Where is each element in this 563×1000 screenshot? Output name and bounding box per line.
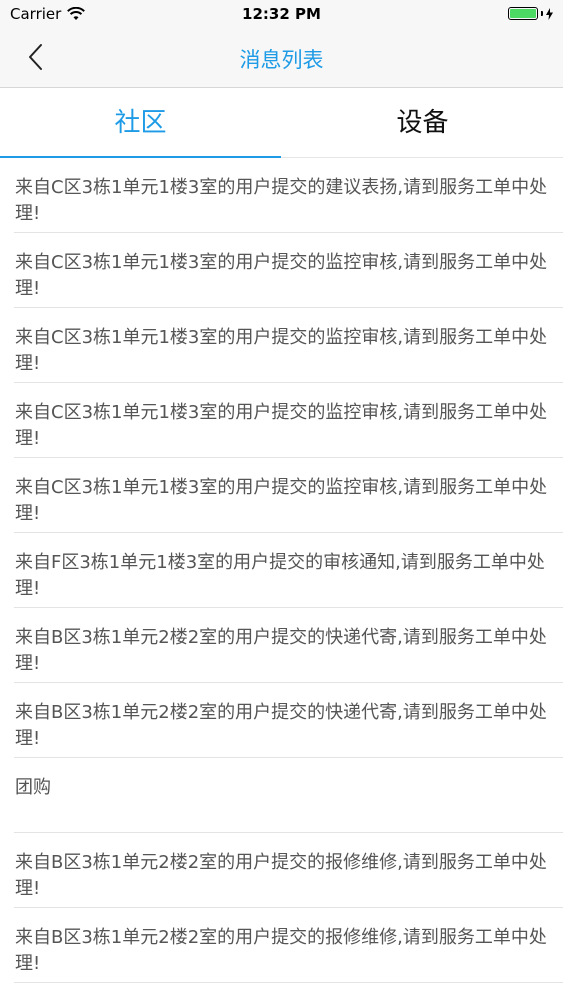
list-item[interactable]: 来自B区3栋1单元2楼2室的用户提交的报修维修,请到服务工单中处理! xyxy=(0,833,563,908)
page-title: 消息列表 xyxy=(239,48,324,72)
message-text: 来自F区3栋1单元1楼3室的用户提交的审核通知,请到服务工单中处理! xyxy=(15,552,545,599)
list-item[interactable]: 来自C区3栋1单元1楼3室的用户提交的监控审核,请到服务工单中处理! xyxy=(0,233,563,308)
list-item[interactable]: 来自B区3栋1单元2楼2室的用户提交的快递代寄,请到服务工单中处理! xyxy=(0,608,563,683)
message-text: 来自B区3栋1单元2楼2室的用户提交的报修维修,请到服务工单中处理! xyxy=(15,927,547,974)
navigation-bar: 消息列表 xyxy=(0,30,563,88)
message-text: 团购 xyxy=(15,777,51,798)
battery-icon xyxy=(508,7,538,20)
message-text: 来自B区3栋1单元2楼2室的用户提交的快递代寄,请到服务工单中处理! xyxy=(15,702,547,749)
tab-community[interactable]: 社区 xyxy=(0,88,281,158)
message-text: 来自B区3栋1单元2楼2室的用户提交的报修维修,请到服务工单中处理! xyxy=(15,852,547,899)
status-bar: Carrier 12:32 PM xyxy=(0,0,563,30)
list-item[interactable]: 来自B区3栋1单元2楼2室的用户提交的报修维修,请到服务工单中处理! xyxy=(0,908,563,983)
list-item[interactable]: 来自C区3栋1单元1楼3室的用户提交的监控审核,请到服务工单中处理! xyxy=(0,308,563,383)
status-time: 12:32 PM xyxy=(242,5,321,23)
message-list: 来自C区3栋1单元1楼3室的用户提交的建议表扬,请到服务工单中处理! 来自C区3… xyxy=(0,158,563,983)
tab-device[interactable]: 设备 xyxy=(282,88,563,158)
battery-tip xyxy=(541,11,543,16)
message-text: 来自C区3栋1单元1楼3室的用户提交的监控审核,请到服务工单中处理! xyxy=(15,477,548,524)
message-text: 来自C区3栋1单元1楼3室的用户提交的监控审核,请到服务工单中处理! xyxy=(15,252,548,299)
message-text: 来自C区3栋1单元1楼3室的用户提交的监控审核,请到服务工单中处理! xyxy=(15,327,548,374)
battery-fill xyxy=(510,9,536,18)
list-item[interactable]: 来自F区3栋1单元1楼3室的用户提交的审核通知,请到服务工单中处理! xyxy=(0,533,563,608)
list-item[interactable]: 来自C区3栋1单元1楼3室的用户提交的建议表扬,请到服务工单中处理! xyxy=(0,158,563,233)
battery-indicator xyxy=(508,7,553,20)
list-item[interactable]: 来自C区3栋1单元1楼3室的用户提交的监控审核,请到服务工单中处理! xyxy=(0,383,563,458)
message-text: 来自C区3栋1单元1楼3室的用户提交的监控审核,请到服务工单中处理! xyxy=(15,402,548,449)
message-text: 来自B区3栋1单元2楼2室的用户提交的快递代寄,请到服务工单中处理! xyxy=(15,627,547,674)
segment-tabs: 社区 设备 xyxy=(0,88,563,158)
message-text: 来自C区3栋1单元1楼3室的用户提交的建议表扬,请到服务工单中处理! xyxy=(15,177,548,224)
list-item[interactable]: 来自B区3栋1单元2楼2室的用户提交的快递代寄,请到服务工单中处理! xyxy=(0,683,563,758)
list-item[interactable]: 来自C区3栋1单元1楼3室的用户提交的监控审核,请到服务工单中处理! xyxy=(0,458,563,533)
charging-bolt-icon xyxy=(546,7,553,20)
list-item[interactable]: 团购 xyxy=(0,758,563,833)
